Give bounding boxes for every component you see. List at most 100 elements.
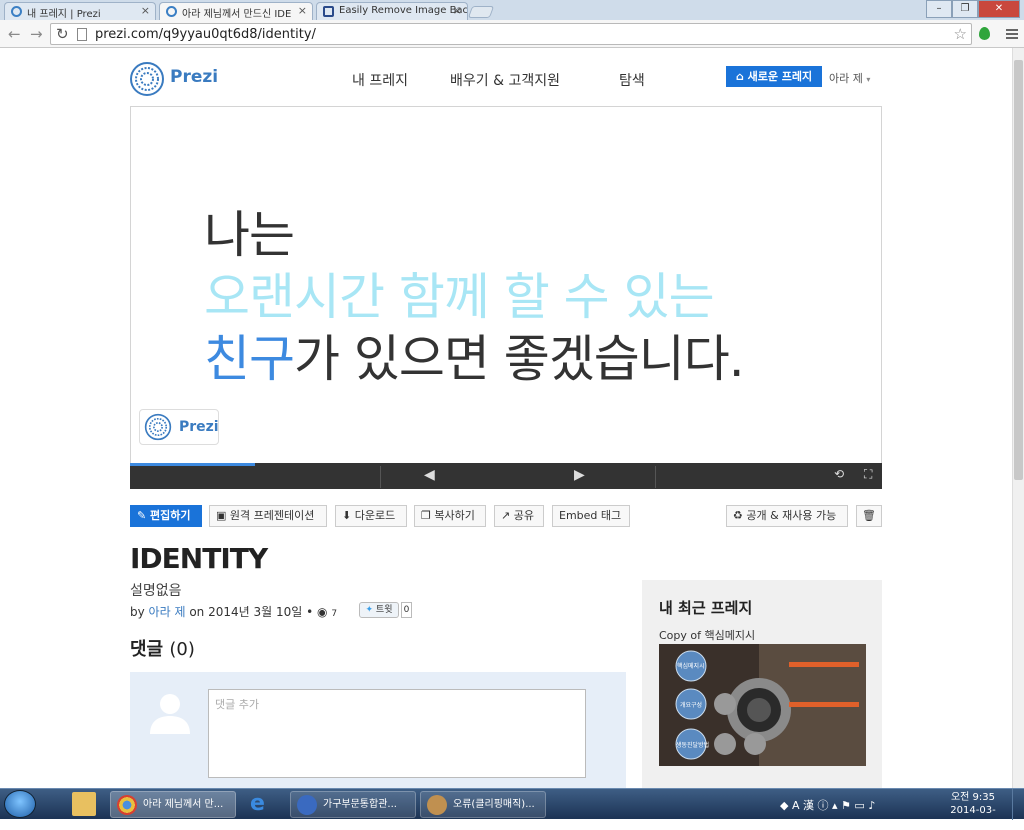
tab-title: 내 프레지 | Prezi xyxy=(27,9,101,20)
author-link[interactable]: 아라 제 xyxy=(149,605,186,619)
nav-my-prezis[interactable]: 내 프레지 xyxy=(352,70,408,90)
volume-icon[interactable]: ♪ xyxy=(868,799,875,812)
delete-button[interactable]: 🗑 xyxy=(856,505,882,527)
extension-leaf-icon[interactable] xyxy=(979,27,990,40)
reload-icon[interactable]: ↻ xyxy=(56,25,69,43)
comments-heading: 댓글 (0) xyxy=(130,635,195,661)
slide-highlight-word: 친구 xyxy=(204,330,295,388)
download-button[interactable]: ⬇ 다운로드 xyxy=(335,505,407,527)
copy-icon: ❐ xyxy=(421,509,435,522)
show-desktop-button[interactable] xyxy=(1012,789,1024,820)
clock-date: 2014-03-11 xyxy=(950,805,996,829)
embed-button[interactable]: Embed 태그 xyxy=(552,505,630,527)
control-divider xyxy=(655,466,656,488)
tweet-count: 0 xyxy=(401,602,412,618)
page-icon xyxy=(77,28,87,41)
window-close-icon[interactable]: ✕ xyxy=(978,0,1020,18)
remote-label: 원격 프레젠테이션 xyxy=(229,509,315,522)
close-icon[interactable]: × xyxy=(298,4,307,17)
comment-panel: 댓글 추가 xyxy=(130,672,626,788)
license-button[interactable]: ♻ 공개 & 재사용 가능 xyxy=(726,505,848,527)
prev-arrow-icon[interactable]: ◀ xyxy=(424,467,435,483)
new-tab-button[interactable] xyxy=(467,6,495,18)
chrome-menu-icon[interactable] xyxy=(1006,27,1018,41)
edit-label: 편집하기 xyxy=(150,509,191,522)
browser-tab-active[interactable]: 아라 제님께서 만드신 IDE × xyxy=(159,2,313,20)
tweet-button[interactable]: ✦ 트윗 xyxy=(359,602,399,618)
maximize-icon[interactable]: ❐ xyxy=(952,0,978,18)
recycle-icon: ♻ xyxy=(733,509,747,522)
bookmark-star-icon[interactable]: ☆ xyxy=(954,25,967,43)
taskbar-paint[interactable]: 오류(클리핑매직)... xyxy=(420,791,546,818)
prezi-viewer[interactable]: 나는 오랜시간 함께 할 수 있는 친구가 있으면 좋겠습니다. Prezi xyxy=(130,106,882,464)
license-label: 공개 & 재사용 가능 xyxy=(746,509,837,522)
tray-chevron-icon[interactable]: ▴ xyxy=(832,799,838,812)
help-icon[interactable]: ⓘ xyxy=(818,799,829,812)
prezi-logo-icon xyxy=(144,413,172,441)
tab-title: Easily Remove Image Bac xyxy=(339,5,468,16)
autoplay-icon[interactable]: ⟲ xyxy=(834,467,844,481)
next-arrow-icon[interactable]: ▶ xyxy=(574,467,585,483)
view-count: 7 xyxy=(331,609,338,619)
prezi-favicon-icon xyxy=(11,6,22,17)
thumb-label: 핵심메지시 xyxy=(677,663,705,670)
new-prezi-button[interactable]: ⌂ 새로운 프레지 xyxy=(726,66,822,87)
avatar-placeholder-icon xyxy=(150,694,190,734)
pencil-icon: ✎ xyxy=(137,509,151,522)
thumb-label: 생동진달방법 xyxy=(676,742,710,749)
close-icon[interactable]: × xyxy=(453,4,462,17)
ime-icon[interactable]: ◆ xyxy=(780,799,788,812)
prezi-logo-text[interactable]: Prezi xyxy=(170,67,218,87)
copy-button[interactable]: ❐ 복사하기 xyxy=(414,505,486,527)
tweet-label: 트윗 xyxy=(375,605,393,615)
browser-tab[interactable]: 내 프레지 | Prezi × xyxy=(4,2,156,20)
tab-title: 아라 제님께서 만드신 IDE xyxy=(182,9,292,20)
comment-input[interactable]: 댓글 추가 xyxy=(208,689,586,778)
forward-arrow-icon[interactable]: → xyxy=(30,25,43,43)
minimize-icon[interactable]: – xyxy=(926,0,952,18)
edit-button[interactable]: ✎ 편집하기 xyxy=(130,505,202,527)
taskbar-chrome[interactable]: 아라 제님께서 만... xyxy=(110,791,236,818)
prezi-description: 설명없음 xyxy=(130,583,182,599)
network-icon[interactable]: ▭ xyxy=(854,799,864,812)
internet-explorer-icon[interactable]: e xyxy=(250,792,274,816)
app-globe-icon xyxy=(297,795,317,815)
nav-explore[interactable]: 탐색 xyxy=(619,70,645,90)
flag-icon[interactable]: ⚑ xyxy=(841,799,851,812)
explorer-folder-icon[interactable] xyxy=(72,792,96,816)
prezi-favicon-icon xyxy=(166,6,177,17)
taskbar-app[interactable]: 가구부문통합관... xyxy=(290,791,416,818)
download-icon: ⬇ xyxy=(342,509,355,522)
start-button[interactable] xyxy=(4,790,36,818)
scrollbar-thumb[interactable] xyxy=(1014,60,1023,480)
url-text[interactable]: prezi.com/q9yyau0qt6d8/identity/ xyxy=(95,27,316,42)
copy-label: 복사하기 xyxy=(434,509,475,522)
remote-presentation-button[interactable]: ▣ 원격 프레젠테이션 xyxy=(209,505,327,527)
share-label: 공유 xyxy=(513,509,534,522)
browser-tab[interactable]: Easily Remove Image Bac × xyxy=(316,2,468,20)
prezi-title: IDENTITY xyxy=(130,542,268,575)
recent-prezi-thumbnail[interactable]: 핵심메지시 개요구성 생동진달방법 xyxy=(659,644,866,766)
chrome-icon xyxy=(117,795,137,815)
viewer-prezi-badge[interactable]: Prezi xyxy=(139,409,219,445)
ime-mode[interactable]: A 漢 xyxy=(792,799,814,812)
recent-prezi-title[interactable]: Copy of 핵심메지시 xyxy=(659,627,755,643)
fullscreen-icon[interactable]: ⛶ xyxy=(864,467,872,482)
nav-learn-support[interactable]: 배우기 & 고객지원 xyxy=(450,70,560,90)
share-button[interactable]: ↗ 공유 xyxy=(494,505,544,527)
date-text: on 2014년 3월 10일 xyxy=(189,605,303,619)
prezi-logo-icon[interactable] xyxy=(130,62,164,96)
user-menu[interactable]: 아라 제 ▾ xyxy=(829,70,870,86)
by-label: by xyxy=(130,605,145,619)
control-divider xyxy=(380,466,381,488)
address-bar[interactable]: ↻ prezi.com/q9yyau0qt6d8/identity/ ☆ xyxy=(50,23,972,45)
browser-toolbar: ← → ↻ prezi.com/q9yyau0qt6d8/identity/ ☆ xyxy=(0,20,1024,48)
window-controls: – ❐ ✕ xyxy=(926,0,1020,18)
user-name: 아라 제 xyxy=(829,72,863,85)
close-icon[interactable]: × xyxy=(141,4,150,17)
back-arrow-icon[interactable]: ← xyxy=(8,25,21,43)
browser-tab-bar: 내 프레지 | Prezi × 아라 제님께서 만드신 IDE × Easily… xyxy=(0,0,1024,20)
system-clock[interactable]: 오전 9:35 2014-03-11 xyxy=(946,791,1000,830)
taskbar-label: 가구부문통합관... xyxy=(323,799,397,810)
page-scrollbar[interactable] xyxy=(1012,48,1024,788)
